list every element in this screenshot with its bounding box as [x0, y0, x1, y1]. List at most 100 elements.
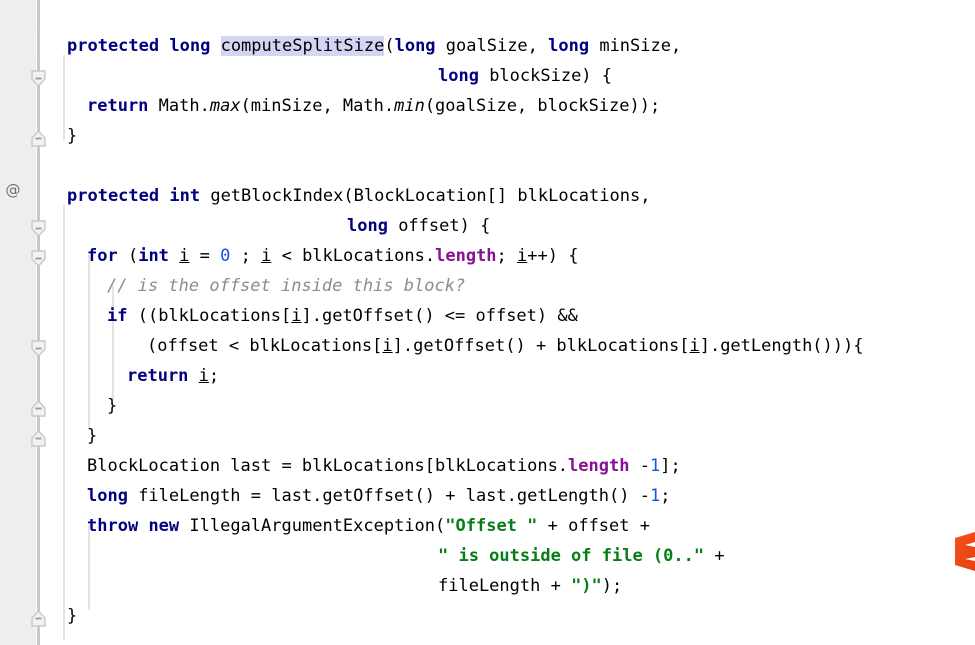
code-token: long	[394, 36, 436, 56]
code-line[interactable]: if ((blkLocations[i].getOffset() <= offs…	[107, 301, 578, 331]
code-line[interactable]: // is the offset inside this block?	[107, 271, 465, 301]
code-token: ];	[660, 456, 681, 476]
editor-text-area[interactable]: protected long computeSplitSize(long goa…	[40, 0, 975, 645]
code-token: long	[87, 486, 128, 506]
code-token: ")"	[571, 576, 602, 596]
code-token: for	[87, 246, 118, 266]
code-token: long	[347, 216, 388, 236]
code-line[interactable]: long fileLength = last.getOffset() + las…	[87, 481, 670, 511]
code-line[interactable]: long offset) {	[347, 211, 490, 241]
fold-end-icon[interactable]	[31, 610, 46, 627]
code-line[interactable]: BlockLocation last = blkLocations[blkLoc…	[87, 451, 681, 481]
code-token: fileLength = last.getOffset() + last.get…	[127, 486, 650, 506]
code-token: i	[291, 306, 302, 326]
code-token: long	[548, 36, 590, 56]
code-line[interactable]: throw new IllegalArgumentException("Offs…	[87, 511, 650, 541]
indent-guide	[88, 255, 90, 430]
code-token: "Offset "	[445, 516, 538, 536]
code-line[interactable]: return i;	[127, 361, 219, 391]
code-token: Math.	[148, 96, 210, 116]
code-token: computeSplitSize	[220, 36, 385, 56]
code-editor-window: protected long computeSplitSize(long goa…	[0, 0, 975, 645]
fold-end-icon[interactable]	[31, 430, 46, 447]
code-line[interactable]: (offset < blkLocations[i].getOffset() + …	[147, 331, 863, 361]
code-token: IllegalArgumentException(	[179, 516, 446, 536]
code-token: int	[169, 186, 201, 206]
code-token: (	[384, 36, 395, 56]
code-token: BlockLocation last = blkLocations[blkLoc…	[87, 456, 569, 476]
code-token: return	[127, 366, 189, 386]
fold-start-icon[interactable]	[31, 340, 46, 357]
code-token: getBlockIndex(BlockLocation[] blkLocatio…	[200, 186, 651, 206]
code-token: protected	[67, 186, 160, 206]
code-token: " is outside of file (0.."	[438, 546, 705, 566]
code-token: +	[704, 546, 725, 566]
code-token: fileLength +	[438, 576, 572, 596]
code-token: ++) {	[527, 246, 579, 266]
app-logo-icon	[953, 528, 975, 574]
code-token: }	[107, 396, 118, 416]
code-token: (	[117, 246, 139, 266]
code-token: =	[189, 246, 221, 266]
code-token: (minSize, Math.	[240, 96, 395, 116]
code-token: (offset < blkLocations[	[147, 336, 383, 356]
code-token: i	[517, 246, 528, 266]
code-token: < blkLocations.	[271, 246, 436, 266]
code-token: length	[435, 246, 497, 266]
fold-start-icon[interactable]	[31, 250, 46, 267]
code-token: }	[67, 126, 78, 146]
code-token: i	[689, 336, 700, 356]
code-token: ;	[660, 486, 671, 506]
code-line[interactable]: protected long computeSplitSize(long goa…	[67, 31, 681, 61]
editor-gutter[interactable]: @	[0, 0, 36, 645]
code-token: }	[87, 426, 98, 446]
code-token: 1	[649, 456, 661, 476]
code-line[interactable]: fileLength + ")");	[438, 571, 622, 601]
fold-rail	[37, 0, 40, 645]
code-line[interactable]: protected int getBlockIndex(BlockLocatio…	[67, 181, 650, 211]
code-token: 0	[220, 246, 231, 266]
code-token: (goalSize, blockSize));	[424, 96, 661, 116]
code-token: if	[107, 306, 128, 326]
code-line[interactable]: }	[107, 391, 117, 421]
fold-end-icon[interactable]	[31, 400, 46, 417]
code-token: long	[438, 66, 479, 86]
code-line[interactable]: return Math.max(minSize, Math.min(goalSi…	[87, 91, 660, 121]
code-line[interactable]: }	[67, 601, 77, 631]
fold-start-icon[interactable]	[31, 220, 46, 237]
code-token: int	[138, 246, 169, 266]
fold-start-icon[interactable]	[31, 70, 46, 87]
code-token: i	[179, 246, 190, 266]
at-sign-icon[interactable]: @	[2, 182, 24, 198]
code-token: i	[382, 336, 393, 356]
code-token: ;	[230, 246, 262, 266]
code-line[interactable]: long blockSize) {	[438, 61, 612, 91]
code-line[interactable]: for (int i = 0 ; i < blkLocations.length…	[87, 241, 578, 271]
code-token: -	[629, 456, 650, 476]
code-token: length	[568, 456, 630, 476]
code-token: );	[601, 576, 623, 596]
code-token: blockSize) {	[478, 66, 613, 86]
code-line[interactable]: " is outside of file (0.." +	[438, 541, 725, 571]
code-line[interactable]: }	[67, 121, 77, 151]
code-token: i	[198, 366, 209, 386]
code-token: throw	[87, 516, 139, 536]
code-line[interactable]: }	[87, 421, 97, 451]
code-token: }	[67, 606, 78, 626]
code-token: 1	[649, 486, 661, 506]
code-token: ].getOffset() + blkLocations[	[392, 336, 690, 356]
code-token: + offset +	[537, 516, 650, 536]
code-token: ].getLength())){	[699, 336, 864, 356]
code-token: new	[148, 516, 180, 536]
code-token: ((blkLocations[	[127, 306, 292, 326]
fold-end-icon[interactable]	[31, 130, 46, 147]
code-token: minSize,	[589, 36, 682, 56]
indent-guide	[63, 205, 65, 640]
code-token: protected	[67, 36, 160, 56]
